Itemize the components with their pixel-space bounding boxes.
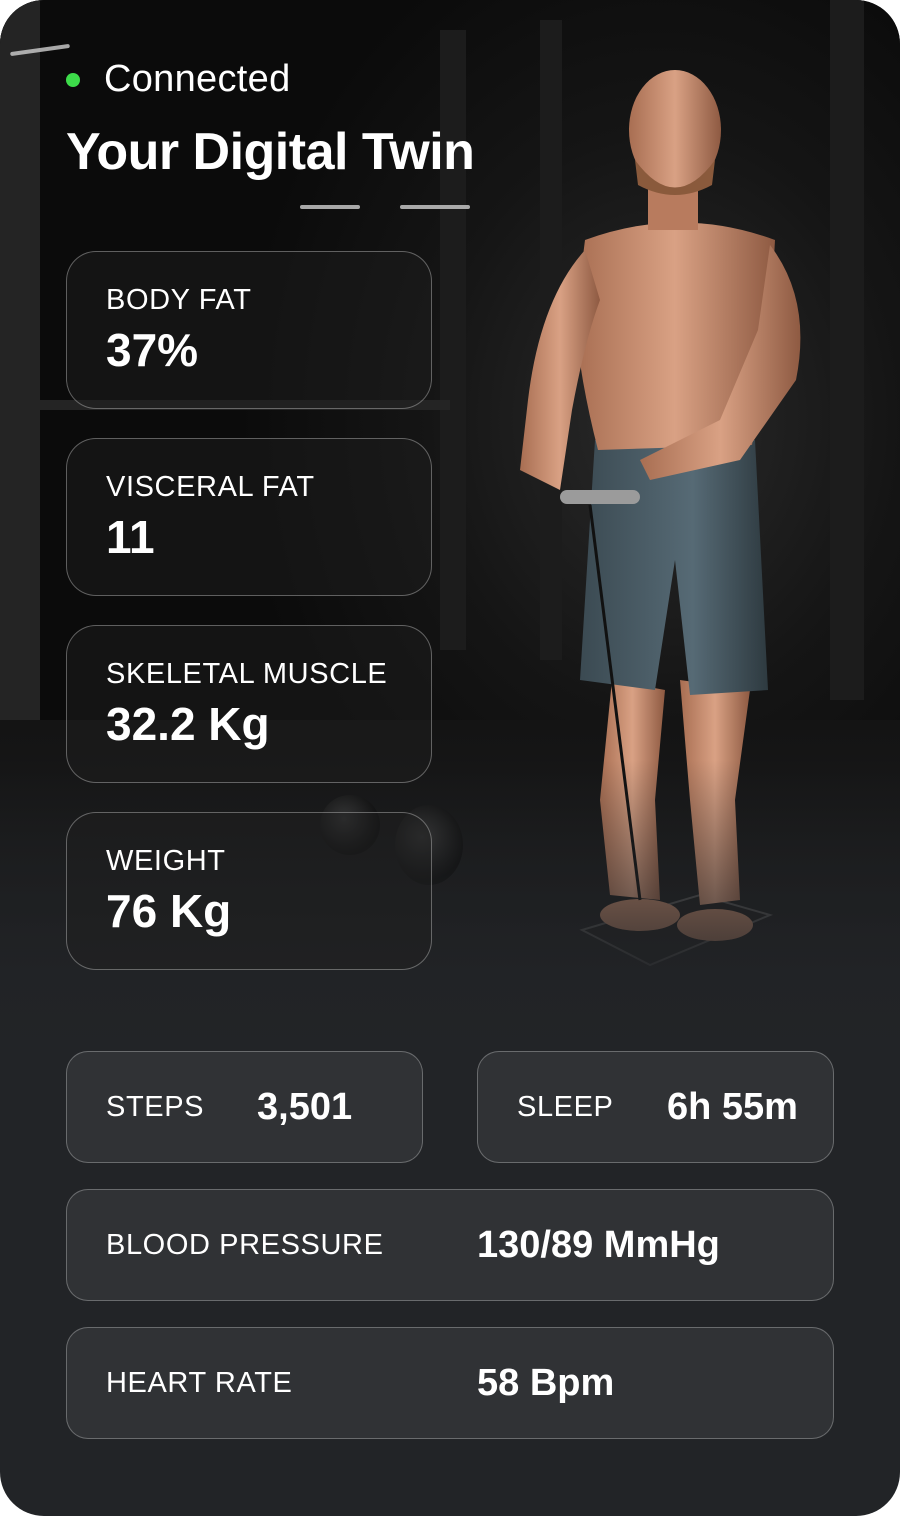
stat-sleep[interactable]: SLEEP 6h 55m — [477, 1051, 834, 1163]
stat-label: BLOOD PRESSURE — [106, 1229, 384, 1261]
metric-label: WEIGHT — [106, 845, 226, 877]
stat-label: STEPS — [106, 1091, 205, 1123]
metric-weight[interactable]: WEIGHT 76 Kg — [66, 812, 432, 970]
stat-value: 130/89 MmHg — [477, 1224, 720, 1266]
metric-label: SKELETAL MUSCLE — [106, 658, 388, 690]
stat-label: SLEEP — [517, 1091, 614, 1123]
stat-heart-rate[interactable]: HEART RATE 58 Bpm — [66, 1327, 834, 1439]
status-dot-icon — [66, 72, 80, 87]
metric-value: 32.2 Kg — [106, 698, 270, 750]
stat-blood-pressure[interactable]: BLOOD PRESSURE 130/89 MmHg — [66, 1189, 834, 1301]
stat-value: 6h 55m — [667, 1086, 798, 1128]
stat-value: 58 Bpm — [477, 1362, 615, 1404]
status-text: Connected — [104, 58, 291, 100]
metric-body-fat[interactable]: BODY FAT 37% — [66, 251, 432, 409]
stat-label: HEART RATE — [106, 1367, 293, 1399]
metric-visceral-fat[interactable]: VISCERAL FAT 11 — [66, 438, 432, 596]
metric-value: 76 Kg — [106, 885, 232, 937]
metric-skeletal-muscle[interactable]: SKELETAL MUSCLE 32.2 Kg — [66, 625, 432, 783]
connection-status: Connected — [66, 58, 291, 101]
metric-label: BODY FAT — [106, 284, 252, 316]
stat-steps[interactable]: STEPS 3,501 — [66, 1051, 423, 1163]
page-title: Your Digital Twin — [66, 123, 475, 181]
metric-value: 37% — [106, 324, 199, 376]
metric-label: VISCERAL FAT — [106, 471, 315, 503]
digital-twin-card: Connected Your Digital Twin BODY FAT 37%… — [0, 0, 900, 1516]
metric-value: 11 — [106, 511, 155, 563]
stat-value: 3,501 — [257, 1086, 353, 1128]
